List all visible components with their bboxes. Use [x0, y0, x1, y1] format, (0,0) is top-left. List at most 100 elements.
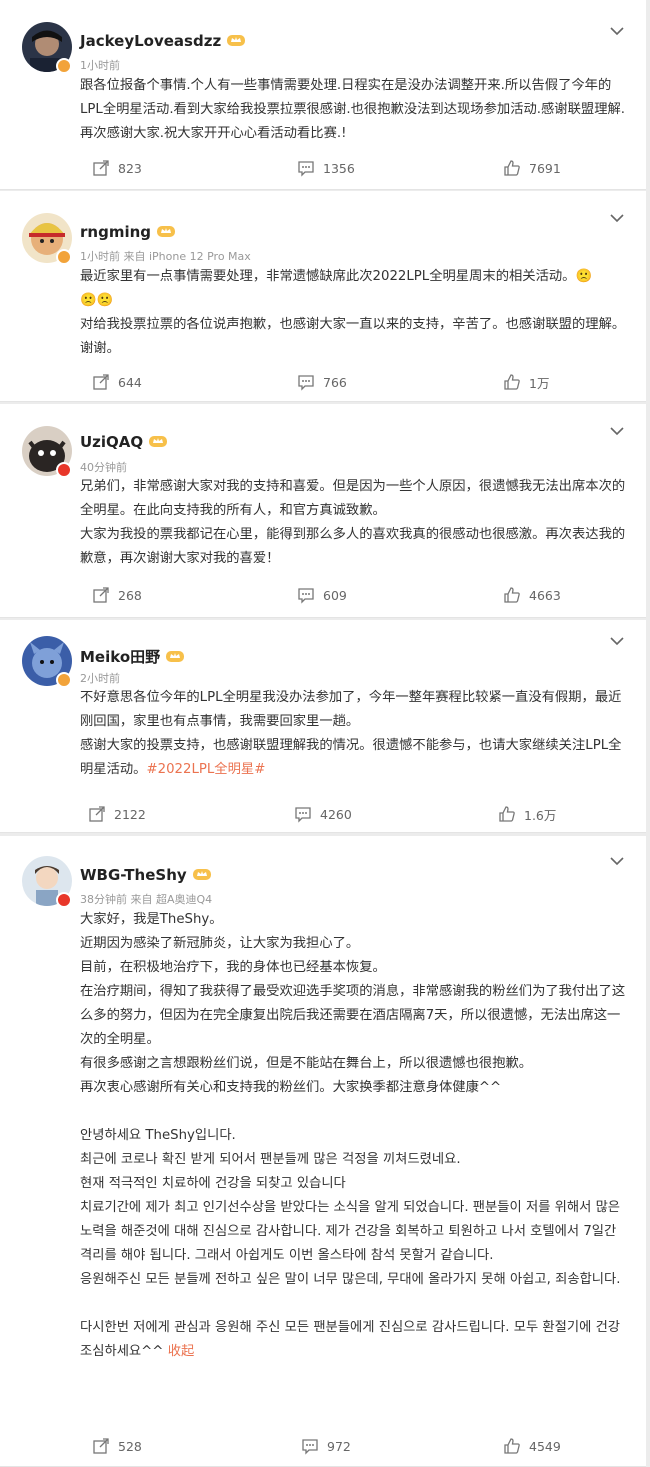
post-text: 最近家里有一点事情需要处理，非常遗憾缺席此次2022LPL全明星周末的相关活动。… [80, 269, 593, 284]
chevron-down-icon[interactable] [610, 636, 624, 646]
crown-icon [157, 226, 176, 237]
comment-button[interactable]: 4260 [294, 803, 352, 825]
like-button[interactable]: 7691 [503, 157, 561, 179]
thumbs-up-icon [504, 160, 520, 176]
post-card: WBG-TheShy 38分钟前 来自 超A奥迪Q4 大家好，我是TheShy。… [0, 836, 646, 1467]
post-card: JackeyLoveasdzz 1小时前 跟各位报备个事情.个人有一些事情需要处… [0, 0, 646, 190]
verified-badge-icon [56, 462, 72, 478]
chevron-down-icon[interactable] [610, 26, 624, 36]
comment-button[interactable]: 1356 [297, 157, 355, 179]
comment-button[interactable]: 972 [301, 1435, 351, 1457]
post-text: 🙁🙁 [80, 293, 114, 308]
share-icon [93, 374, 109, 390]
post-text: 在治疗期间，得知了我获得了最受欢迎选手奖项的消息，非常感谢我的粉丝们为了我付出了… [80, 984, 626, 1047]
post-meta: 40分钟前 [80, 461, 127, 474]
post-meta: 38分钟前 来自 超A奥迪Q4 [80, 893, 213, 906]
post-text: 다시한번 저에게 관심과 응원해 주신 모든 팬분들에게 진심으로 감사드립니다… [80, 1320, 621, 1359]
thumbs-up-icon [504, 1438, 520, 1454]
verified-badge-icon [56, 249, 72, 265]
post-meta: 2小时前 [80, 672, 120, 685]
post-card: Meiko田野 2小时前 不好意思各位今年的LPL全明星我没办法参加了，今年一整… [0, 620, 646, 833]
comment-count: 1356 [323, 160, 355, 176]
thumbs-up-icon [504, 374, 520, 390]
post-body: 兄弟们，非常感谢大家对我的支持和喜爱。但是因为一些个人原因，很遗憾我无法出席本次… [80, 475, 628, 571]
comment-button[interactable]: 609 [297, 584, 347, 606]
like-button[interactable]: 4549 [503, 1435, 561, 1457]
username-link[interactable]: Meiko田野 [80, 646, 185, 667]
action-bar: 528 972 4549 [0, 1435, 646, 1457]
share-button[interactable]: 268 [92, 584, 142, 606]
post-text: 近期因为感染了新冠肺炎，让大家为我担心了。 [80, 936, 360, 951]
crown-icon [149, 436, 168, 447]
post-body: 不好意思各位今年的LPL全明星我没办法参加了，今年一整年赛程比较紧一直没有假期，… [80, 686, 628, 782]
like-count: 4549 [529, 1438, 561, 1454]
share-icon [89, 806, 105, 822]
username-link[interactable]: UziQAQ [80, 433, 168, 451]
verified-badge-icon [56, 58, 72, 74]
post-text: 目前，在积极地治疗下，我的身体也已经基本恢复。 [80, 960, 386, 975]
like-button[interactable]: 1.6万 [498, 803, 556, 825]
post-text: 再次衷心感谢所有关心和支持我的粉丝们。大家换季都注意身体健康^^ [80, 1080, 502, 1095]
hashtag-link[interactable]: #2022LPL全明星# [146, 762, 265, 777]
comment-button[interactable]: 766 [297, 371, 347, 393]
post-text: 大家好，我是TheShy。 [80, 912, 223, 927]
share-count: 644 [118, 374, 142, 390]
action-bar: 2122 4260 1.6万 [0, 803, 646, 825]
like-count: 4663 [529, 587, 561, 603]
share-button[interactable]: 2122 [88, 803, 146, 825]
crown-icon [227, 35, 246, 46]
share-count: 268 [118, 587, 142, 603]
verified-badge-icon [56, 892, 72, 908]
like-count: 1.6万 [524, 807, 557, 823]
share-count: 823 [118, 160, 142, 176]
post-text: 치료기간에 제가 최고 인기선수상을 받았다는 소식을 알게 되었습니다. 팬분… [80, 1200, 621, 1263]
post-text: 최근에 코로나 확진 받게 되어서 팬분들께 많은 걱정을 끼쳐드렸네요. [80, 1152, 461, 1167]
post-text: 응원해주신 모든 분들께 전하고 싶은 말이 너무 많은데, 무대에 올라가지 … [80, 1272, 621, 1287]
comment-count: 972 [327, 1438, 351, 1454]
chevron-down-icon[interactable] [610, 856, 624, 866]
post-meta: 1小时前 来自 iPhone 12 Pro Max [80, 250, 251, 263]
collapse-link[interactable]: 收起 [168, 1344, 195, 1359]
comment-icon [295, 807, 311, 823]
share-icon [93, 1438, 109, 1454]
post-text: 感谢大家的投票支持，也感谢联盟理解我的情况。很遗憾不能参与，也请大家继续关注LP… [80, 738, 622, 777]
share-button[interactable]: 644 [92, 371, 142, 393]
post-text: 兄弟们，非常感谢大家对我的支持和喜爱。但是因为一些个人原因，很遗憾我无法出席本次… [80, 479, 626, 518]
crown-icon [192, 869, 211, 880]
share-icon [93, 160, 109, 176]
post-text: 大家为我投的票我都记在心里，能得到那么多人的喜欢我真的很感动也很感激。再次表达我… [80, 527, 626, 566]
share-button[interactable]: 823 [92, 157, 142, 179]
comment-icon [298, 375, 314, 391]
verified-badge-icon [56, 672, 72, 688]
like-count: 1万 [529, 375, 550, 391]
crown-icon [166, 651, 185, 662]
username-link[interactable]: rngming [80, 223, 176, 241]
post-text: 현재 적극적인 치료하에 건강을 되찾고 있습니다 [80, 1176, 346, 1191]
post-text: 안녕하세요 TheShy입니다. [80, 1128, 236, 1143]
like-button[interactable]: 1万 [503, 371, 549, 393]
post-text: 对给我投票拉票的各位说声抱歉，也感谢大家一直以来的支持，辛苦了。也感谢联盟的理解… [80, 317, 626, 356]
comment-icon [302, 1439, 318, 1455]
thumbs-up-icon [499, 806, 515, 822]
action-bar: 268 609 4663 [0, 584, 646, 606]
share-button[interactable]: 528 [92, 1435, 142, 1457]
post-body: 最近家里有一点事情需要处理，非常遗憾缺席此次2022LPL全明星周末的相关活动。… [80, 265, 628, 361]
post-text: 不好意思各位今年的LPL全明星我没办法参加了，今年一整年赛程比较紧一直没有假期，… [80, 690, 622, 729]
share-count: 2122 [114, 806, 146, 822]
post-body: 大家好，我是TheShy。 近期因为感染了新冠肺炎，让大家为我担心了。 目前，在… [80, 908, 628, 1364]
chevron-down-icon[interactable] [610, 426, 624, 436]
post-text: 跟各位报备个事情.个人有一些事情需要处理.日程实在是没办法调整开来.所以告假了今… [80, 78, 626, 141]
chevron-down-icon[interactable] [610, 213, 624, 223]
post-body: 跟各位报备个事情.个人有一些事情需要处理.日程实在是没办法调整开来.所以告假了今… [80, 74, 628, 146]
comment-count: 766 [323, 374, 347, 390]
post-meta: 1小时前 [80, 59, 120, 72]
username-link[interactable]: WBG-TheShy [80, 866, 212, 884]
like-count: 7691 [529, 160, 561, 176]
action-bar: 823 1356 7691 [0, 157, 646, 179]
comment-count: 4260 [320, 806, 352, 822]
thumbs-up-icon [504, 587, 520, 603]
post-text: 有很多感谢之言想跟粉丝们说，但是不能站在舞台上，所以很遗憾也很抱歉。 [80, 1056, 533, 1071]
username-link[interactable]: JackeyLoveasdzz [80, 32, 246, 50]
like-button[interactable]: 4663 [503, 584, 561, 606]
comment-icon [298, 588, 314, 604]
